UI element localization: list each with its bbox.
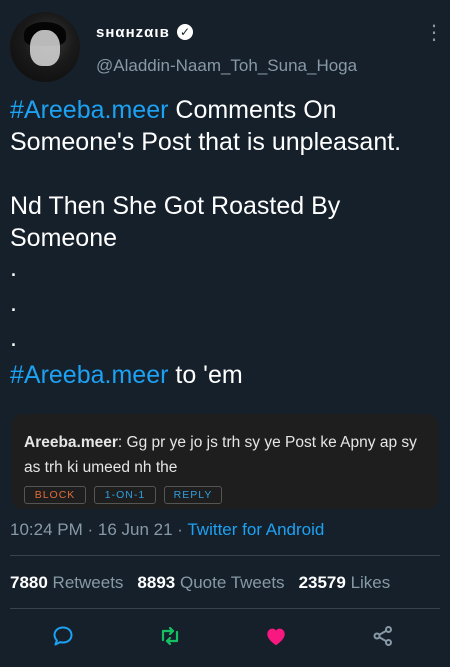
user-handle[interactable]: @Aladdin-Naam_Toh_Suna_Hoga (96, 56, 357, 76)
comment-separator: : (117, 434, 127, 451)
quote-tweets-stat[interactable]: 8893 Quote Tweets (137, 573, 284, 592)
tweet-header: sнαнzαιв ✓ @Aladdin-Naam_Toh_Suna_Hoga ⋮ (0, 0, 450, 90)
verified-badge-icon: ✓ (177, 24, 193, 40)
quote-tweets-count: 8893 (137, 573, 176, 592)
share-icon[interactable] (371, 624, 395, 648)
embedded-comment-image[interactable]: Areeba.meer: Gg pr ye jo js trh sy ye Po… (12, 414, 438, 509)
tweet-text: #Areeba.meer Comments On Someone's Post … (10, 94, 442, 391)
block-button: BLOCK (24, 486, 86, 504)
more-options-icon[interactable]: ⋮ (424, 22, 444, 44)
embedded-comment-text: Areeba.meer: Gg pr ye jo js trh sy ye Po… (24, 430, 434, 480)
tweet-meta: 10:24 PM · 16 Jun 21 · Twitter for Andro… (10, 520, 324, 540)
reply-button: REPLY (164, 486, 222, 504)
tweet-text-segment: to 'em (168, 361, 243, 389)
hashtag-link[interactable]: #Areeba.meer (10, 361, 168, 389)
retweets-label: Retweets (47, 573, 124, 592)
tweet-dot: . (10, 324, 17, 352)
tweet-timestamp: 10:24 PM · 16 Jun 21 · (10, 520, 188, 539)
divider (10, 555, 440, 556)
display-name[interactable]: sнαнzαιв (96, 24, 170, 41)
heart-icon[interactable] (264, 624, 288, 648)
tweet-line-3: #Areeba.meer to 'em (10, 359, 442, 391)
tweet-line-1: #Areeba.meer Comments On Someone's Post … (10, 94, 442, 158)
comment-author: Areeba.meer (24, 434, 118, 451)
tweet-line-2: Nd Then She Got Roasted By Someone (10, 192, 341, 252)
tweet-stats: 7880 Retweets 8893 Quote Tweets 23579 Like… (10, 573, 390, 593)
likes-stat[interactable]: 23579 Likes (299, 573, 391, 592)
tweet-dot: . (10, 254, 17, 282)
avatar-face (30, 30, 60, 66)
retweet-icon[interactable] (158, 624, 182, 648)
comment-icon[interactable] (51, 624, 75, 648)
likes-label: Likes (345, 573, 391, 592)
tweet-source-link[interactable]: Twitter for Android (187, 520, 324, 539)
quote-tweets-label: Quote Tweets (175, 573, 285, 592)
tweet-actions (0, 620, 450, 650)
likes-count: 23579 (298, 573, 346, 592)
retweets-stat[interactable]: 7880 Retweets (10, 573, 123, 592)
avatar[interactable] (10, 12, 80, 82)
hashtag-link[interactable]: #Areeba.meer (10, 96, 168, 124)
retweets-count: 7880 (10, 573, 48, 592)
tweet-dot: . (10, 289, 17, 317)
one-on-one-button: 1-ON-1 (94, 486, 156, 504)
divider (10, 608, 440, 609)
